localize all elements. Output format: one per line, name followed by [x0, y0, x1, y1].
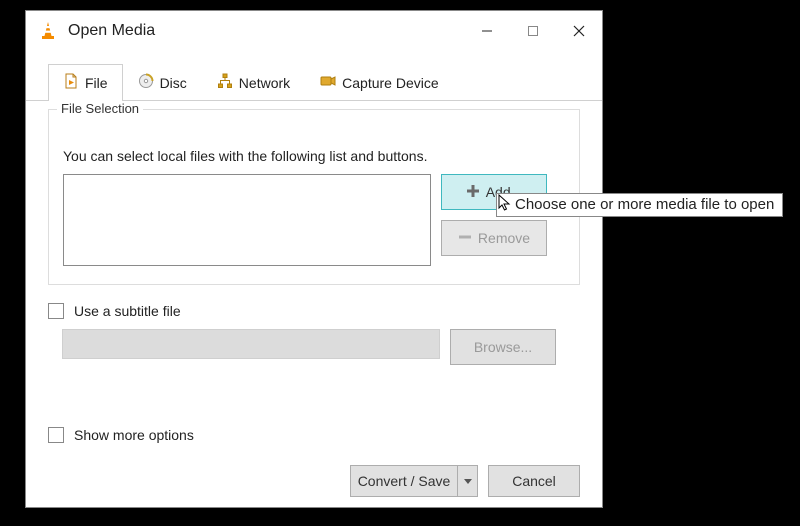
tab-capture-label: Capture Device: [342, 75, 439, 91]
plus-icon: [466, 184, 480, 201]
convert-save-split-button: Convert / Save: [350, 465, 478, 497]
tab-bar: File Disc Network Capture Device: [26, 51, 602, 101]
show-more-options-label: Show more options: [74, 427, 194, 443]
titlebar[interactable]: Open Media: [26, 11, 602, 51]
show-more-options-checkbox[interactable]: [48, 427, 64, 443]
window-title: Open Media: [68, 22, 155, 40]
file-selection-hint: You can select local files with the foll…: [63, 148, 565, 164]
tab-disc[interactable]: Disc: [123, 64, 202, 101]
remove-file-label: Remove: [478, 230, 530, 246]
convert-save-label: Convert / Save: [358, 473, 451, 489]
minus-icon: [458, 230, 472, 247]
use-subtitle-label: Use a subtitle file: [74, 303, 181, 319]
file-list[interactable]: [63, 174, 431, 266]
cancel-label: Cancel: [512, 473, 556, 489]
remove-file-button[interactable]: Remove: [441, 220, 547, 256]
more-options-row: Show more options: [26, 419, 602, 455]
tab-network-label: Network: [239, 75, 290, 91]
minimize-button[interactable]: [464, 11, 510, 51]
browse-subtitle-label: Browse...: [474, 339, 532, 355]
maximize-button[interactable]: [510, 11, 556, 51]
convert-save-button[interactable]: Convert / Save: [350, 465, 458, 497]
close-button[interactable]: [556, 11, 602, 51]
capture-device-icon: [320, 73, 336, 92]
mouse-cursor-icon: [498, 194, 514, 214]
subtitle-path-input[interactable]: [62, 329, 440, 359]
file-selection-legend: File Selection: [57, 101, 143, 116]
tab-network[interactable]: Network: [202, 64, 305, 101]
tab-capture[interactable]: Capture Device: [305, 64, 454, 101]
file-icon: [63, 73, 79, 92]
cancel-button[interactable]: Cancel: [488, 465, 580, 497]
open-media-window: Open Media File Disc: [25, 10, 603, 508]
dialog-button-row: Convert / Save Cancel: [26, 455, 602, 507]
convert-save-dropdown[interactable]: [458, 465, 478, 497]
tab-file[interactable]: File: [48, 64, 123, 101]
chevron-down-icon: [464, 472, 472, 490]
add-button-tooltip: Choose one or more media file to open: [496, 193, 783, 217]
tab-disc-label: Disc: [160, 75, 187, 91]
browse-subtitle-button[interactable]: Browse...: [450, 329, 556, 365]
tab-file-label: File: [85, 75, 108, 91]
subtitle-row: Use a subtitle file: [48, 303, 580, 319]
network-icon: [217, 73, 233, 92]
disc-icon: [138, 73, 154, 92]
vlc-cone-icon: [38, 21, 58, 41]
window-controls: [464, 11, 602, 51]
use-subtitle-checkbox[interactable]: [48, 303, 64, 319]
